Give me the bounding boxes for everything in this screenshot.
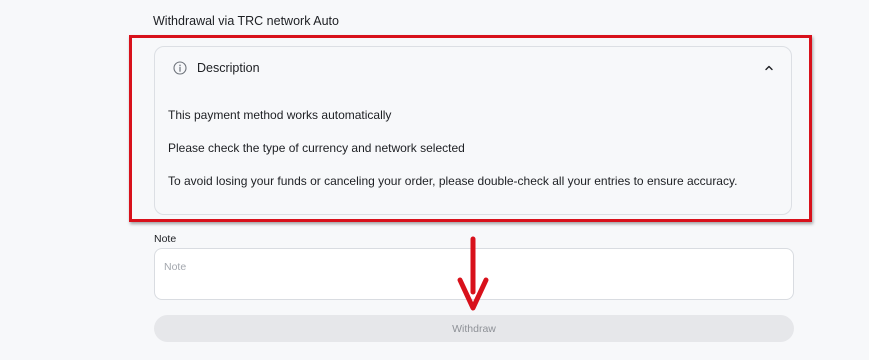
note-label: Note: [154, 233, 177, 245]
description-accordion-header[interactable]: Description: [155, 47, 791, 91]
description-title: Description: [197, 61, 260, 75]
section-title: Withdrawal via TRC network Auto: [153, 14, 339, 28]
description-line: Please check the type of currency and ne…: [168, 141, 465, 155]
withdraw-button[interactable]: Withdraw: [154, 315, 794, 342]
chevron-up-icon[interactable]: [763, 63, 775, 73]
note-input[interactable]: [154, 248, 794, 300]
info-icon: [173, 61, 187, 75]
description-line: To avoid losing your funds or canceling …: [168, 174, 738, 188]
description-line: This payment method works automatically: [168, 108, 392, 122]
description-accordion: Description This payment method works au…: [154, 46, 792, 215]
withdrawal-page: Withdrawal via TRC network Auto Descript…: [0, 0, 869, 360]
